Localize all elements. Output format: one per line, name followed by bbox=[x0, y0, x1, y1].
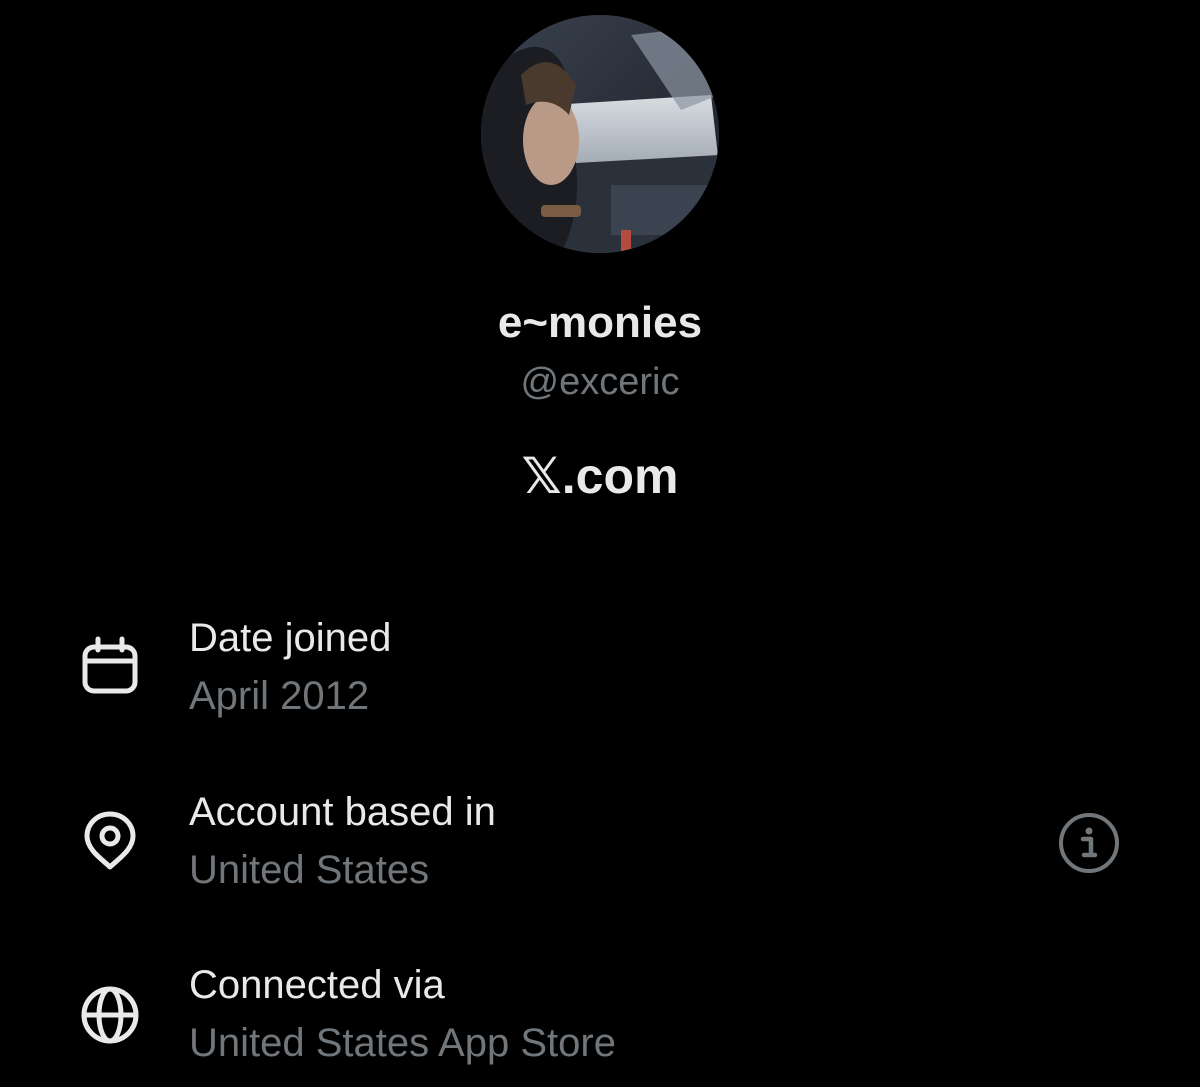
display-name: e~monies bbox=[497, 298, 703, 347]
connected-via-label: Connected via bbox=[189, 963, 445, 1007]
account-based-in-label: Account based in bbox=[189, 790, 496, 834]
info-icon[interactable] bbox=[1056, 810, 1122, 876]
date-joined-value: April 2012 bbox=[189, 674, 370, 718]
date-joined-label: Date joined bbox=[189, 616, 392, 660]
account-based-in-value: United States bbox=[189, 848, 430, 892]
connected-via-row: Connected via United States App Store bbox=[0, 961, 1200, 1071]
calendar-icon bbox=[78, 634, 142, 698]
site-label: 𝕏.com bbox=[521, 448, 679, 504]
date-joined-row: Date joined April 2012 bbox=[0, 614, 1200, 724]
account-based-in-row: Account based in United States bbox=[0, 788, 1200, 898]
profile-avatar[interactable] bbox=[481, 15, 719, 253]
connected-via-value: United States App Store bbox=[189, 1021, 616, 1065]
handle: @exceric bbox=[520, 361, 680, 403]
avatar-photo bbox=[481, 15, 719, 253]
globe-icon bbox=[78, 983, 142, 1047]
location-pin-icon bbox=[78, 808, 142, 872]
